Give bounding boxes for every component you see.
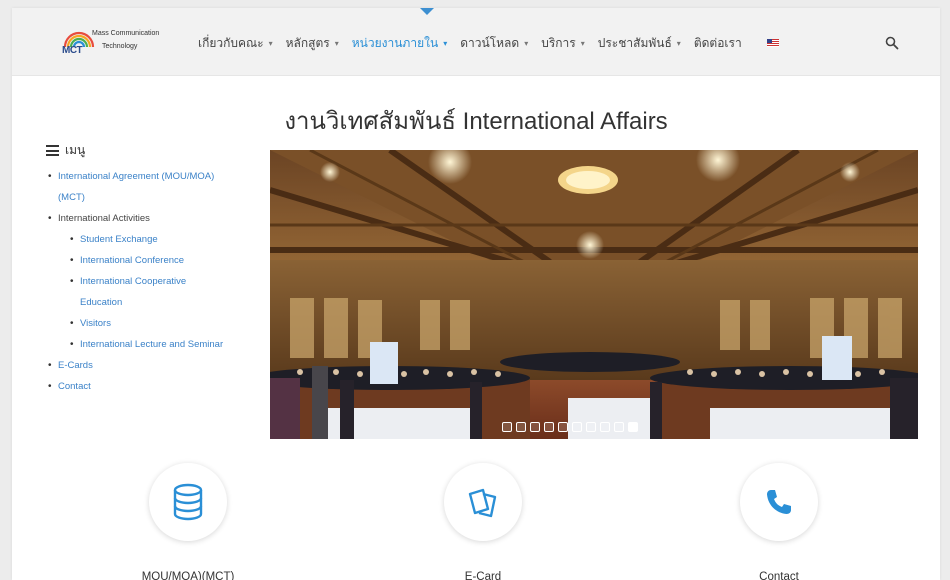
- sidebar-item-international-conference: International Conference: [46, 250, 266, 271]
- sidebar-link[interactable]: International Agreement (MOU/MOA) (MCT): [58, 171, 266, 208]
- feature-mou-moa: MOU/MOA)(MCT): [88, 463, 288, 580]
- chevron-down-icon: ▾: [676, 38, 681, 48]
- search-icon[interactable]: [885, 36, 899, 50]
- feature-ecard-button[interactable]: [444, 463, 522, 541]
- carousel-dot-active[interactable]: [628, 422, 638, 432]
- menu-item-label: หน่วยงานภายใน: [351, 35, 439, 50]
- feature-label: Contact: [759, 571, 799, 580]
- top-navbar: Mass Communication Technology MCT เกี่ยว…: [12, 8, 940, 76]
- page-frame: Mass Communication Technology MCT เกี่ยว…: [12, 8, 940, 580]
- database-icon: [173, 483, 203, 521]
- sidebar-heading: เมนู: [46, 141, 266, 160]
- menu-item-internal-units[interactable]: หน่วยงานภายใน ▾: [352, 34, 447, 53]
- carousel-dot[interactable]: [502, 422, 512, 432]
- sidebar-link[interactable]: Visitors: [80, 318, 111, 329]
- sidebar-link[interactable]: International Lecture and Seminar: [80, 339, 223, 350]
- menu-item-contact[interactable]: ติดต่อเรา: [694, 34, 742, 53]
- carousel-dot[interactable]: [614, 422, 624, 432]
- carousel-dot[interactable]: [530, 422, 540, 432]
- sidebar-link[interactable]: International Cooperative Education: [80, 276, 266, 313]
- feature-contact-button[interactable]: [740, 463, 818, 541]
- carousel-dot[interactable]: [516, 422, 526, 432]
- sidebar-list: International Agreement (MOU/MOA) (MCT) I…: [46, 166, 266, 397]
- sidebar-link[interactable]: Contact: [58, 381, 91, 392]
- sidebar-item-student-exchange: Student Exchange: [46, 229, 266, 250]
- sidebar-link[interactable]: Student Exchange: [80, 234, 158, 245]
- chevron-down-icon: ▾: [443, 38, 448, 48]
- sidebar-item-international-agreement: International Agreement (MOU/MOA) (MCT): [46, 166, 266, 208]
- feature-label: E-Card: [464, 571, 502, 580]
- feature-label: MOU/MOA)(MCT): [141, 571, 235, 580]
- cards-icon: [468, 488, 497, 518]
- menu-item-label: ติดต่อเรา: [693, 35, 742, 50]
- sidebar-link-label: International Agreement (MOU/MOA): [58, 171, 215, 182]
- phone-icon: [767, 490, 791, 514]
- carousel-dot[interactable]: [572, 422, 582, 432]
- sidebar-menu: เมนู International Agreement (MOU/MOA) (M…: [46, 141, 266, 397]
- sidebar-link[interactable]: E-Cards: [58, 360, 93, 371]
- sidebar-link-label-cont: (MCT): [58, 192, 85, 203]
- list-menu-icon: [46, 145, 59, 156]
- sidebar-link-label-cont: Education: [80, 297, 123, 308]
- sidebar-item-visitors: Visitors: [46, 313, 266, 334]
- menu-item-label: ดาวน์โหลด: [460, 35, 520, 50]
- sidebar-item-contact: Contact: [46, 376, 266, 397]
- carousel-dot[interactable]: [600, 422, 610, 432]
- chevron-down-icon: ▾: [268, 38, 273, 48]
- chevron-down-icon: ▾: [580, 38, 585, 48]
- logo-mct-mark: MCT: [62, 45, 83, 56]
- sidebar-link[interactable]: International Conference: [80, 255, 184, 266]
- site-logo[interactable]: Mass Communication Technology MCT: [62, 27, 172, 59]
- menu-item-public-relations[interactable]: ประชาสัมพันธ์ ▾: [598, 34, 681, 53]
- carousel-dot[interactable]: [544, 422, 554, 432]
- menu-item-label: หลักสูตร: [285, 35, 330, 50]
- carousel-slide-photo: [270, 150, 918, 439]
- feature-e-card: E-Card: [383, 463, 583, 580]
- carousel-dot[interactable]: [558, 422, 568, 432]
- main-menu: เกี่ยวกับคณะ ▾ หลักสูตร ▾ หน่วยงานภายใน …: [198, 34, 779, 52]
- carousel-indicators: [502, 422, 642, 432]
- sidebar-item-lecture-seminar: International Lecture and Seminar: [46, 334, 266, 355]
- menu-item-label: บริการ: [541, 35, 576, 50]
- sidebar-item-cooperative-education: International Cooperative Education: [46, 271, 266, 313]
- carousel-dot[interactable]: [586, 422, 596, 432]
- sidebar-item-e-cards: E-Cards: [46, 355, 266, 376]
- active-nav-indicator: [420, 8, 434, 15]
- us-flag-icon[interactable]: [766, 39, 779, 47]
- menu-item-services[interactable]: บริการ ▾: [541, 34, 585, 53]
- feature-contact: Contact: [679, 463, 879, 580]
- menu-item-download[interactable]: ดาวน์โหลด ▾: [460, 34, 528, 53]
- logo-text-line1: Mass Communication: [92, 30, 160, 37]
- feature-mou-button[interactable]: [149, 463, 227, 541]
- chevron-down-icon: ▾: [524, 38, 529, 48]
- sidebar-heading-label: เมนู: [65, 143, 86, 157]
- chevron-down-icon: ▾: [334, 38, 339, 48]
- logo-text-line2: Technology: [102, 43, 138, 50]
- image-carousel[interactable]: [270, 150, 918, 439]
- menu-item-curriculum[interactable]: หลักสูตร ▾: [286, 34, 339, 53]
- menu-item-label: ประชาสัมพันธ์: [597, 35, 672, 50]
- sidebar-link-label: International Cooperative: [80, 276, 187, 287]
- page-title: งานวิเทศสัมพันธ์ International Affairs: [284, 108, 668, 135]
- sidebar-section-label: International Activities: [58, 213, 150, 224]
- menu-item-about[interactable]: เกี่ยวกับคณะ ▾: [198, 34, 273, 53]
- sidebar-item-international-activities: International Activities: [46, 208, 266, 229]
- menu-item-label: เกี่ยวกับคณะ: [198, 35, 264, 50]
